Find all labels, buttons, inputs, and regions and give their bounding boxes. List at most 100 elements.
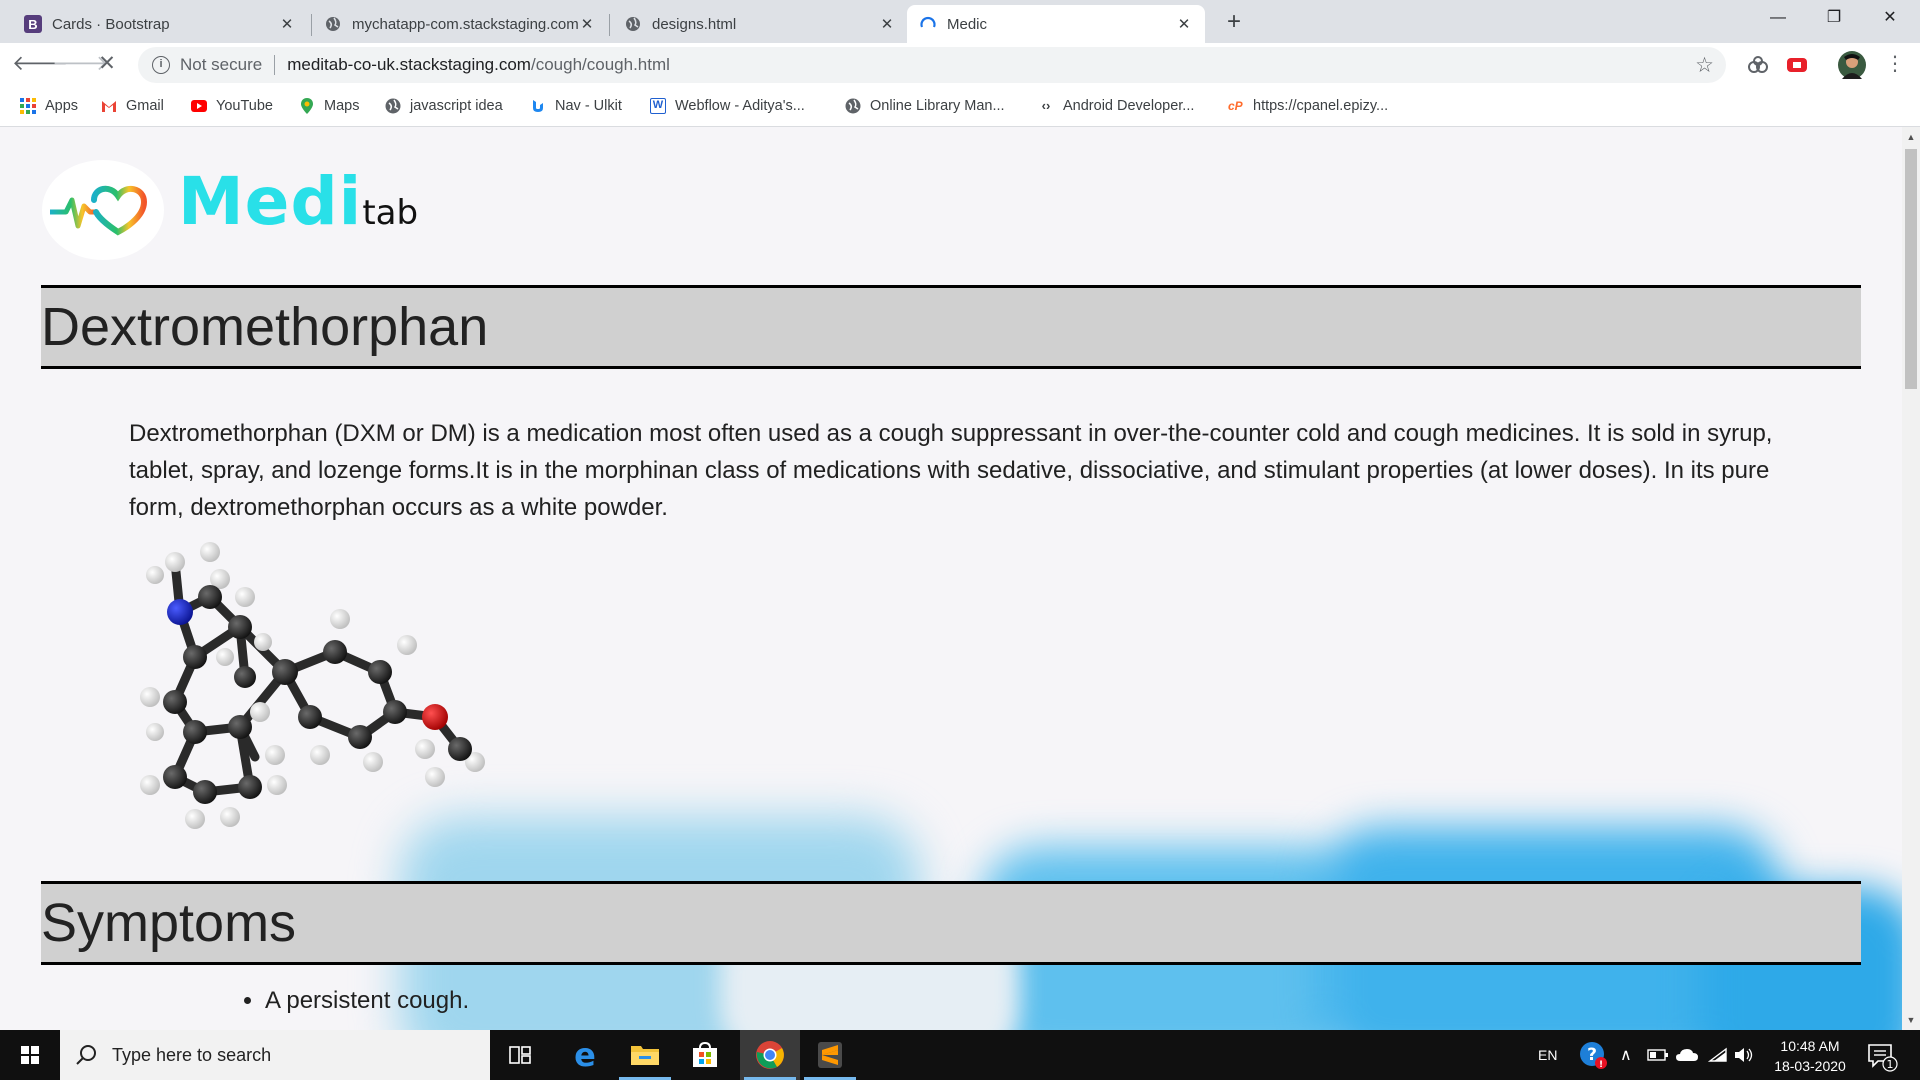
store-icon [693,1042,717,1067]
browser-tab[interactable]: mychatapp-com.stackstaging.com ✕ [312,5,608,43]
brand-suffix: tab [362,193,419,233]
bookmark-android-developer[interactable]: ‹› Android Developer... [1038,95,1195,117]
browser-tab[interactable]: designs.html ✕ [612,5,908,43]
close-tab-icon[interactable]: ✕ [578,15,596,33]
bookmark-maps[interactable]: Maps [299,95,359,117]
close-tab-icon[interactable]: ✕ [278,15,296,33]
notification-count: 1 [1887,1058,1894,1071]
close-tab-icon[interactable]: ✕ [1175,15,1193,33]
sublime-text-icon [818,1042,842,1068]
volume-icon[interactable] [1734,1030,1754,1080]
url-path[interactable]: /cough/cough.html [531,55,670,75]
start-button[interactable] [0,1030,60,1080]
molecule-image [140,542,485,829]
language-indicator[interactable]: EN [1538,1030,1557,1080]
address-bar[interactable]: i Not secure meditab-co-uk.stackstaging.… [138,47,1726,83]
browser-tab[interactable]: B Cards · Bootstrap ✕ [12,5,308,43]
taskbar-file-explorer[interactable] [615,1030,675,1080]
system-clock[interactable]: 10:48 AM 18-03-2020 [1760,1036,1860,1076]
minimize-button[interactable]: — [1750,0,1806,36]
avatar[interactable] [1838,51,1866,79]
bookmark-label: Webflow - Aditya's... [675,98,805,114]
maps-pin-icon [299,98,315,114]
new-tab-button[interactable]: + [1220,8,1248,36]
bookmark-cpanel[interactable]: cP https://cpanel.epizy... [1228,95,1388,117]
show-hidden-icons-chevron-icon[interactable]: ∧ [1620,1030,1632,1080]
extension-icon[interactable] [1746,53,1770,77]
search-icon [76,1045,96,1065]
battery-icon[interactable] [1647,1030,1669,1080]
tab-title: mychatapp-com.stackstaging.com [352,15,578,33]
taskbar-chrome[interactable] [740,1030,800,1080]
security-status[interactable]: Not secure [180,55,262,75]
page-viewport: Meditab Dextromethorphan Dextromethorpha… [0,127,1902,1030]
help-tray-icon[interactable]: ?! [1578,1030,1608,1080]
tab-strip: B Cards · Bootstrap ✕ mychatapp-com.stac… [0,0,1920,43]
heart-pulse-logo-icon [50,185,148,236]
taskbar-search[interactable]: Type here to search [60,1030,490,1080]
tab-title: Cards · Bootstrap [52,15,170,33]
clock-time: 10:48 AM [1780,1038,1840,1054]
divider [274,55,276,75]
action-center-icon[interactable]: 1 [1866,1030,1900,1080]
uikit-icon [530,98,546,114]
bookmark-label: Maps [324,98,360,114]
restore-button[interactable]: ❐ [1806,0,1862,36]
bookmarks-bar: Apps Gmail YouTube Maps javascript idea … [0,86,1920,127]
browser-toolbar: 🡐 🡒 ✕ i Not secure meditab-co-uk.stackst… [0,43,1920,86]
info-icon[interactable]: i [152,56,170,74]
taskbar-store[interactable] [675,1030,735,1080]
scroll-down-arrow-icon[interactable]: ▼ [1902,1012,1920,1028]
close-window-button[interactable]: ✕ [1862,0,1918,36]
menu-kebab-icon[interactable]: ⋮ [1880,49,1910,79]
back-button[interactable]: 🡐 [12,49,68,79]
scroll-up-arrow-icon[interactable]: ▲ [1902,129,1920,145]
page-scrollbar[interactable]: ▲ ▼ [1902,127,1920,1030]
cpanel-icon: cP [1228,99,1243,113]
search-placeholder: Type here to search [112,1044,272,1065]
stop-loading-button[interactable]: ✕ [92,49,122,79]
close-tab-icon[interactable]: ✕ [878,15,896,33]
wifi-icon[interactable] [1708,1030,1728,1080]
browser-tab-active[interactable]: Medic ✕ [907,5,1205,43]
bookmark-webflow[interactable]: W Webflow - Aditya's... [650,95,805,117]
bookmark-apps[interactable]: Apps [20,95,78,117]
tab-separator [609,14,610,36]
clock-date: 18-03-2020 [1774,1058,1846,1074]
adblock-icon[interactable] [1785,53,1809,77]
taskbar-sublime[interactable] [800,1030,860,1080]
bookmark-label: javascript idea [410,98,503,114]
bookmark-label: Gmail [126,98,164,114]
globe-icon [845,98,861,114]
symptoms-heading: Symptoms [41,881,1861,965]
drug-heading: Dextromethorphan [41,285,1861,369]
bookmark-youtube[interactable]: YouTube [191,95,273,117]
svg-text:!: ! [1599,1060,1603,1070]
url-host[interactable]: meditab-co-uk.stackstaging.com [287,55,531,75]
globe-icon [624,15,642,33]
brand-wordmark: Meditab [178,163,418,240]
bookmark-online-library[interactable]: Online Library Man... [845,95,1005,117]
symptoms-list: A persistent cough. [265,987,469,1015]
forward-button[interactable]: 🡒 [52,49,108,79]
bookmark-nav-uikit[interactable]: Nav - Ulkit [530,95,622,117]
bookmark-label: https://cpanel.epizy... [1253,98,1389,114]
tab-title: designs.html [652,15,737,33]
youtube-icon [191,98,207,114]
globe-icon [385,98,401,114]
taskbar-edge[interactable]: e [555,1030,615,1080]
task-view-button[interactable] [490,1030,550,1080]
gmail-icon [101,98,117,114]
onedrive-cloud-icon[interactable] [1675,1030,1699,1080]
bookmark-label: YouTube [216,98,273,114]
bookmark-label: Apps [45,98,79,114]
edge-icon: e [574,1036,596,1074]
bookmark-label: Android Developer... [1063,98,1195,114]
bookmark-gmail[interactable]: Gmail [101,95,164,117]
bookmark-javascript-idea[interactable]: javascript idea [385,95,503,117]
scrollbar-thumb[interactable] [1905,149,1917,389]
list-item: A persistent cough. [265,987,469,1015]
tab-title: Medic [947,15,988,33]
apps-grid-icon [20,98,36,114]
bookmark-star-icon[interactable]: ☆ [1695,53,1714,78]
